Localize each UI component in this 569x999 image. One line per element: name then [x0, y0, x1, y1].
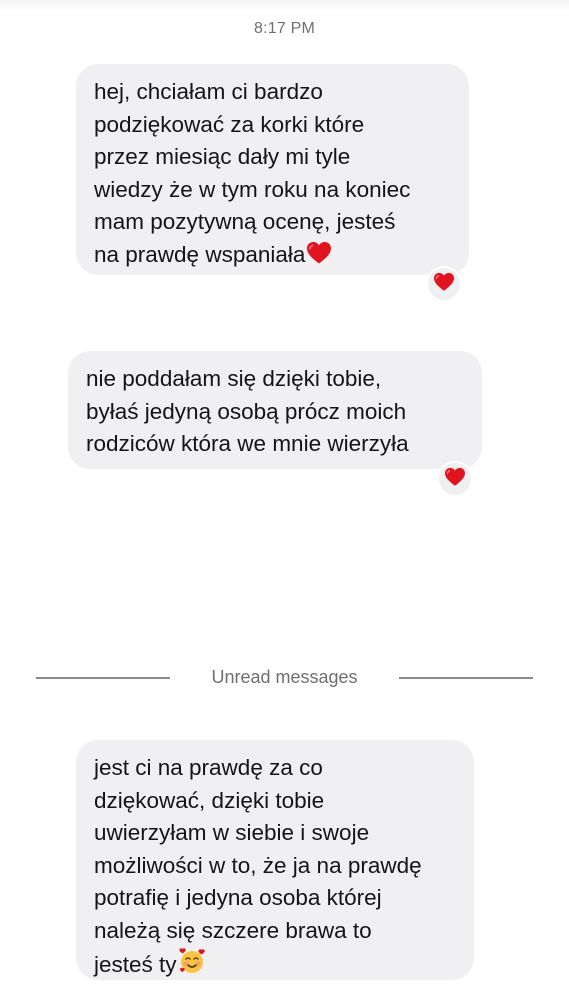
message-line-text: jesteś ty — [94, 952, 177, 977]
smiling-face-with-hearts-icon — [178, 947, 206, 985]
message-bubble-2[interactable]: nie poddałam się dzięki tobie, byłaś jed… — [68, 351, 482, 469]
red-heart-icon — [306, 241, 332, 275]
heart-reaction-1[interactable] — [426, 266, 462, 302]
message-line: mam pozytywną ocenę, jesteś — [94, 209, 396, 234]
message-line: wiedzy że w tym roku na koniec — [94, 176, 411, 202]
divider-line-right — [399, 677, 533, 679]
message-timestamp: 8:17 PM — [254, 20, 315, 37]
message-line: możliwości w to, że ja na prawdę — [94, 852, 422, 878]
red-heart-icon — [444, 467, 466, 492]
message-line: jest ci na prawdę za co — [94, 755, 323, 780]
message-line: rodziców która we mnie wierzyła — [86, 431, 409, 456]
message-bubble-3[interactable]: jest ci na prawdę za co dziękować, dzięk… — [76, 740, 474, 980]
message-line: nie poddałam się dzięki tobie, — [86, 366, 382, 391]
message-line: uwierzyłam w siebie i swoje — [94, 820, 370, 845]
divider-line-left — [36, 677, 170, 679]
message-line-last: jesteś ty — [94, 947, 456, 985]
message-bubble-1[interactable]: hej, chciałam ci bardzo podziękować za k… — [76, 64, 469, 275]
message-line: potrafię i jedyna osoba której — [94, 885, 382, 910]
message-line: podziękować za korki które — [94, 111, 365, 137]
unread-messages-divider: Unread messages — [211, 667, 358, 687]
top-edge-shadow — [0, 0, 569, 12]
message-line: należą się szczere brawa to — [94, 917, 372, 943]
heart-reaction-2[interactable] — [437, 461, 473, 497]
message-line: hej, chciałam ci bardzo — [94, 79, 323, 104]
message-line-last: na prawdę wspaniała — [94, 239, 451, 275]
message-line-text: na prawdę wspaniała — [94, 241, 306, 267]
message-line: byłaś jedyną osobą prócz moich — [86, 398, 407, 424]
message-line: przez miesiąc dały mi tyle — [94, 144, 351, 169]
message-line: dziękować, dzięki tobie — [94, 787, 325, 813]
red-heart-icon — [433, 272, 455, 297]
